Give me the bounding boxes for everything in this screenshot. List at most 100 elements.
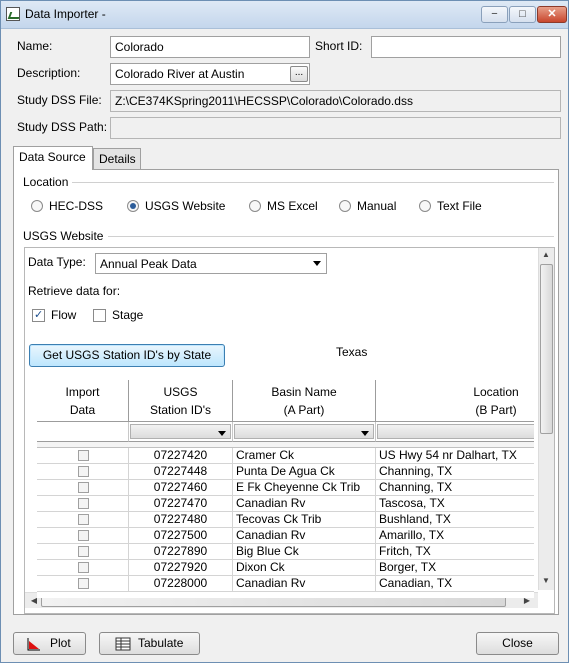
table-row[interactable]: 07228000 Canadian Rv Canadian, TX (37, 576, 534, 592)
checkbox-unchecked (93, 308, 106, 322)
usgs-group-line (108, 236, 554, 237)
table-row[interactable]: 07227470 Canadian Rv Tascosa, TX (37, 496, 534, 512)
location-cell: Channing, TX (376, 480, 534, 496)
radio-text-file[interactable]: Text File (419, 199, 482, 213)
minimize-button[interactable]: − (481, 6, 508, 23)
filter-import-cell (37, 422, 129, 442)
header-location[interactable]: Location (B Part) (376, 380, 534, 422)
table-row[interactable]: 07227448 Punta De Agua Ck Channing, TX (37, 464, 534, 480)
table-row[interactable]: 07227920 Dixon Ck Borger, TX (37, 560, 534, 576)
radio-hec-dss[interactable]: HEC-DSS (31, 199, 103, 213)
dss-path-field (110, 117, 561, 139)
header-line: Data (69, 403, 96, 417)
import-cell (37, 496, 129, 512)
table-row[interactable]: 07227500 Canadian Rv Amarillo, TX (37, 528, 534, 544)
station-id-cell: 07227480 (129, 512, 233, 528)
radio-dot (249, 200, 261, 212)
data-importer-window: Data Importer - − □ ✕ Name: Colorado Sho… (0, 0, 569, 663)
maximize-button[interactable]: □ (509, 6, 536, 23)
data-type-label: Data Type: (28, 255, 86, 269)
dss-path-label: Study DSS Path: (17, 120, 108, 134)
close-button[interactable]: Close (476, 632, 559, 655)
table-row[interactable]: 07227460 E Fk Cheyenne Ck Trib Channing, T… (37, 480, 534, 496)
tabulate-button[interactable]: Tabulate (99, 632, 200, 655)
radio-label: MS Excel (267, 199, 318, 213)
filter-station-id-dropdown[interactable] (129, 422, 233, 442)
station-table: Import Data USGS Station ID's Basin Name… (37, 380, 534, 598)
chevron-down-icon (130, 424, 231, 439)
plot-button[interactable]: Plot (13, 632, 86, 655)
header-station-ids[interactable]: USGS Station ID's (129, 380, 233, 422)
import-checkbox[interactable] (78, 530, 89, 541)
basin-name-cell: Punta De Agua Ck (233, 464, 376, 480)
stage-label: Stage (112, 308, 144, 322)
table-row[interactable]: 07227420 Cramer Ck US Hwy 54 nr Dalhart, T… (37, 448, 534, 464)
radio-manual[interactable]: Manual (339, 199, 396, 213)
radio-dot-selected (127, 200, 139, 212)
short-id-field[interactable] (371, 36, 561, 58)
location-cell: Tascosa, TX (376, 496, 534, 512)
import-checkbox[interactable] (78, 482, 89, 493)
radio-ms-excel[interactable]: MS Excel (249, 199, 318, 213)
scroll-up-icon[interactable]: ▲ (539, 250, 553, 259)
header-basin-name[interactable]: Basin Name (A Part) (233, 380, 376, 422)
import-cell (37, 464, 129, 480)
radio-usgs-website[interactable]: USGS Website (127, 199, 225, 213)
import-checkbox[interactable] (78, 466, 89, 477)
import-checkbox[interactable] (78, 498, 89, 509)
import-checkbox[interactable] (78, 514, 89, 525)
title-bar[interactable]: Data Importer - − □ ✕ (1, 1, 568, 29)
flow-checkbox[interactable]: Flow (32, 308, 76, 322)
import-cell (37, 448, 129, 464)
filter-location-dropdown[interactable] (376, 422, 534, 442)
tab-details[interactable]: Details (93, 148, 141, 170)
import-checkbox[interactable] (78, 450, 89, 461)
table-row[interactable]: 07227480 Tecovas Ck Trib Bushland, TX (37, 512, 534, 528)
header-import-data[interactable]: Import Data (37, 380, 129, 422)
retrieve-label: Retrieve data for: (28, 284, 121, 298)
radio-label: Manual (357, 199, 397, 213)
table-body: 07227420 Cramer Ck US Hwy 54 nr Dalhart, T… (37, 448, 534, 598)
stage-checkbox[interactable]: Stage (93, 308, 143, 322)
station-id-cell: 07228000 (129, 576, 233, 592)
basin-name-cell: Cramer Ck (233, 448, 376, 464)
description-field[interactable]: Colorado River at Austin (110, 63, 310, 85)
vertical-scroll-thumb[interactable] (540, 264, 553, 434)
header-line: Import (65, 385, 100, 399)
location-cell: Channing, TX (376, 464, 534, 480)
scroll-down-icon[interactable]: ▼ (539, 576, 553, 585)
import-checkbox[interactable] (78, 578, 89, 589)
radio-label: Text File (437, 199, 482, 213)
tab-data-source[interactable]: Data Source (13, 146, 93, 170)
checkbox-checked (32, 308, 45, 322)
table-row[interactable]: 07227890 Big Blue Ck Fritch, TX (37, 544, 534, 560)
location-cell: Amarillo, TX (376, 528, 534, 544)
basin-name-cell: Dixon Ck (233, 560, 376, 576)
dss-file-label: Study DSS File: (17, 93, 102, 107)
import-checkbox[interactable] (78, 546, 89, 557)
header-line: (B Part) (475, 403, 517, 417)
filter-basin-dropdown[interactable] (233, 422, 376, 442)
get-usgs-station-ids-button[interactable]: Get USGS Station ID's by State (29, 344, 225, 367)
header-line: (A Part) (283, 403, 325, 417)
radio-label: USGS Website (145, 199, 226, 213)
basin-name-cell: Tecovas Ck Trib (233, 512, 376, 528)
chevron-down-icon (313, 261, 321, 266)
description-browse-button[interactable]: ... (290, 66, 308, 82)
location-group-title: Location (23, 175, 72, 189)
name-field[interactable]: Colorado (110, 36, 310, 58)
radio-label: HEC-DSS (49, 199, 104, 213)
import-cell (37, 512, 129, 528)
header-line: Station ID's (150, 403, 211, 417)
import-checkbox[interactable] (78, 562, 89, 573)
data-type-dropdown[interactable]: Annual Peak Data (95, 253, 327, 274)
station-id-cell: 07227890 (129, 544, 233, 560)
vertical-scrollbar[interactable]: ▲ ▼ (538, 248, 554, 590)
close-window-button[interactable]: ✕ (537, 6, 567, 23)
location-cell: Borger, TX (376, 560, 534, 576)
station-id-cell: 07227460 (129, 480, 233, 496)
header-line: Location (473, 385, 519, 399)
basin-name-cell: E Fk Cheyenne Ck Trib (233, 480, 376, 496)
radio-dot (339, 200, 351, 212)
name-label: Name: (17, 39, 53, 53)
